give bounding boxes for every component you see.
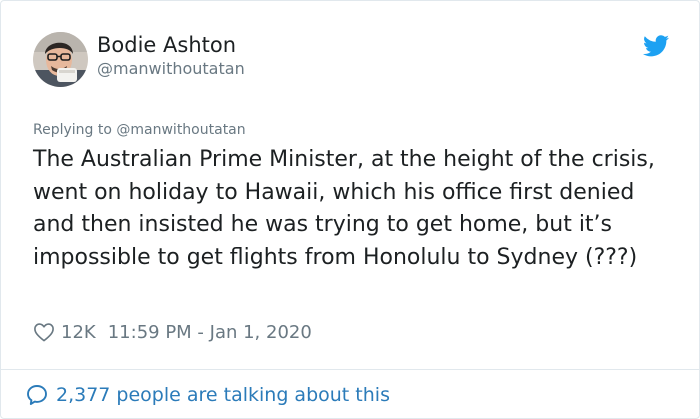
like-count: 12K [61,321,96,343]
reply-prefix: Replying to [33,122,117,138]
tweet-meta: 12K 11:59 PM - Jan 1, 2020 [33,319,312,345]
speech-bubble-icon [27,385,47,405]
reply-handle-link[interactable]: @manwithoutatan [116,122,245,138]
author-handle[interactable]: @manwithoutatan [97,58,245,80]
author-avatar[interactable] [33,32,88,87]
reply-context: Replying to @manwithoutatan [33,120,246,140]
tweet-text: The Australian Prime Minister, at the he… [33,147,655,270]
author-display-name[interactable]: Bodie Ashton [97,31,236,59]
avatar-photo [33,32,88,87]
like-button[interactable]: 12K [33,322,96,343]
tweet-card: Bodie Ashton @manwithoutatan Replying to… [0,0,700,419]
twitter-bird-glyph [643,35,669,57]
conversation-text: 2,377 people are talking about this [56,384,390,406]
heart-icon [34,323,54,342]
footer-divider [1,369,699,370]
twitter-bird-icon[interactable] [643,35,669,57]
tweet-timestamp[interactable]: 11:59 PM - Jan 1, 2020 [108,322,312,343]
conversation-link[interactable]: 2,377 people are talking about this [25,381,390,409]
